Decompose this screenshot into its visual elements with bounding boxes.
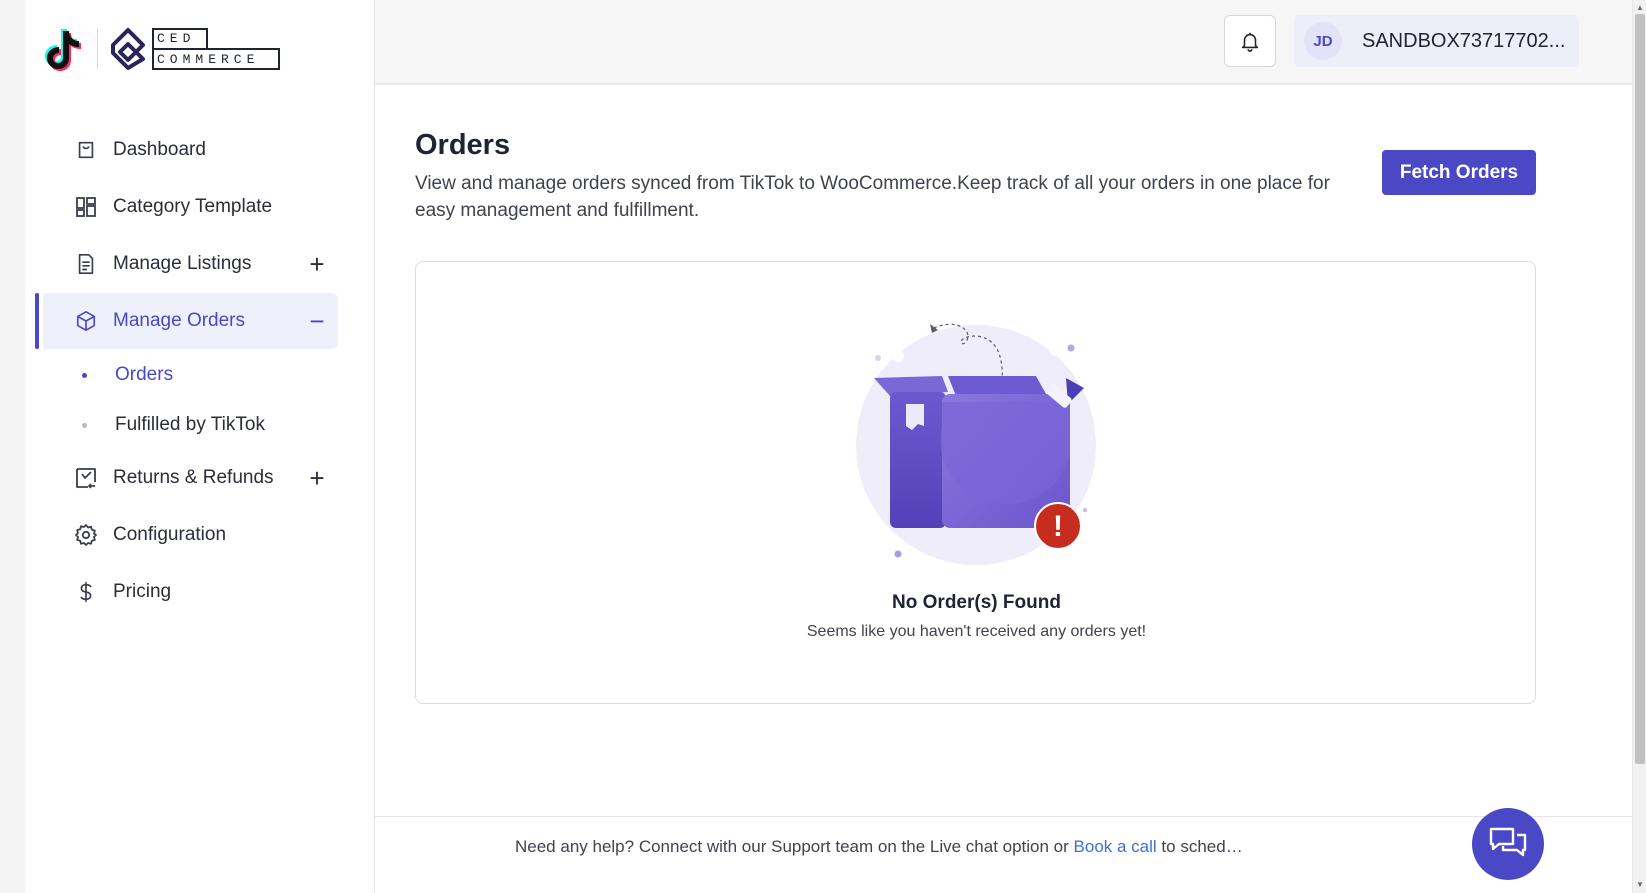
scroll-up-arrow-icon[interactable]: ▲: [1636, 3, 1644, 12]
return-icon: [73, 465, 99, 491]
cedcommerce-wordmark: CED COMMERCE: [152, 28, 280, 70]
logo-text-top: CED: [152, 28, 208, 48]
bell-icon: [1241, 32, 1259, 52]
live-chat-button[interactable]: [1472, 808, 1544, 880]
user-name: SANDBOX73717702...: [1362, 29, 1566, 52]
sidebar-item-label: Category Template: [113, 196, 273, 217]
footer-help-text: Need any help? Connect with our Support …: [515, 837, 1243, 857]
expand-plus-icon[interactable]: +: [305, 249, 329, 279]
collapse-minus-icon[interactable]: −: [305, 306, 329, 336]
sidebar-nav: Dashboard Category Template Manage Listi…: [35, 122, 375, 621]
expand-plus-icon[interactable]: +: [305, 463, 329, 493]
fetch-orders-button[interactable]: Fetch Orders: [1382, 150, 1536, 195]
sidebar-subitem-orders[interactable]: Orders: [43, 350, 375, 400]
notifications-button[interactable]: [1224, 15, 1276, 67]
sidebar-subitem-fulfilled-by-tiktok[interactable]: Fulfilled by TikTok: [43, 400, 375, 450]
sidebar-item-returns-refunds[interactable]: Returns & Refunds +: [43, 450, 375, 506]
logo-text-bottom: COMMERCE: [152, 48, 280, 70]
sidebar-subitem-label: Orders: [115, 364, 174, 385]
footer-text-start: Need any help? Connect with our Support …: [515, 837, 1074, 856]
footer-text-end: to sched…: [1156, 837, 1243, 856]
user-menu[interactable]: JD SANDBOX73717702...: [1294, 15, 1579, 67]
empty-state-card: ! No Order(s) Found Seems like you haven…: [415, 261, 1536, 704]
dollar-icon: [73, 579, 99, 605]
main-content: Orders View and manage orders synced fro…: [375, 85, 1632, 893]
sidebar-item-label: Pricing: [113, 581, 172, 602]
sidebar-item-label: Returns & Refunds: [113, 467, 274, 488]
shopping-bag-icon: [73, 137, 99, 163]
empty-state-subtitle: Seems like you haven't received any orde…: [806, 623, 1147, 640]
chat-bubbles-icon: [1489, 827, 1527, 857]
box-icon: [73, 308, 99, 334]
sidebar-item-label: Dashboard: [113, 139, 206, 160]
sidebar-item-pricing[interactable]: Pricing: [43, 564, 375, 620]
sidebar-item-manage-listings[interactable]: Manage Listings +: [43, 236, 375, 292]
sidebar-item-label: Manage Orders: [113, 310, 246, 331]
bullet-dot: [82, 423, 87, 428]
cedcommerce-mark-icon: [111, 28, 145, 70]
page-description: View and manage orders synced from TikTo…: [415, 173, 1330, 221]
alert-badge: !: [1053, 510, 1063, 543]
sidebar-item-label: Manage Listings: [113, 253, 252, 274]
document-icon: [73, 251, 99, 277]
page-title: Orders: [415, 129, 511, 161]
brand-logo[interactable]: CED COMMERCE: [43, 24, 280, 74]
empty-box-illustration: !: [856, 323, 1096, 565]
scroll-down-arrow-icon[interactable]: ▼: [1636, 880, 1644, 889]
empty-state-title: No Order(s) Found: [892, 592, 1061, 613]
layout-grid-icon: [73, 194, 99, 220]
top-bar: JD SANDBOX73717702...: [375, 0, 1632, 84]
sidebar-item-label: Configuration: [113, 524, 227, 545]
sidebar-item-category-template[interactable]: Category Template: [43, 179, 375, 235]
sidebar-subitem-label: Fulfilled by TikTok: [115, 414, 265, 435]
page-scrollbar[interactable]: ▲ ▼: [1632, 0, 1646, 893]
avatar: JD: [1304, 22, 1342, 60]
gear-icon: [73, 522, 99, 548]
sidebar-item-dashboard[interactable]: Dashboard: [43, 122, 375, 178]
sidebar: CED COMMERCE Dashboard Category Template…: [25, 0, 375, 893]
scroll-thumb[interactable]: [1635, 14, 1645, 764]
book-a-call-link[interactable]: Book a call: [1074, 837, 1157, 856]
window-gutter: [0, 0, 25, 893]
tiktok-logo-icon: [45, 29, 81, 71]
sidebar-item-manage-orders[interactable]: Manage Orders −: [35, 293, 338, 349]
sidebar-item-configuration[interactable]: Configuration: [43, 507, 375, 563]
footer-divider: [375, 816, 1632, 817]
bullet-dot: [82, 373, 87, 378]
logo-divider: [97, 29, 98, 69]
